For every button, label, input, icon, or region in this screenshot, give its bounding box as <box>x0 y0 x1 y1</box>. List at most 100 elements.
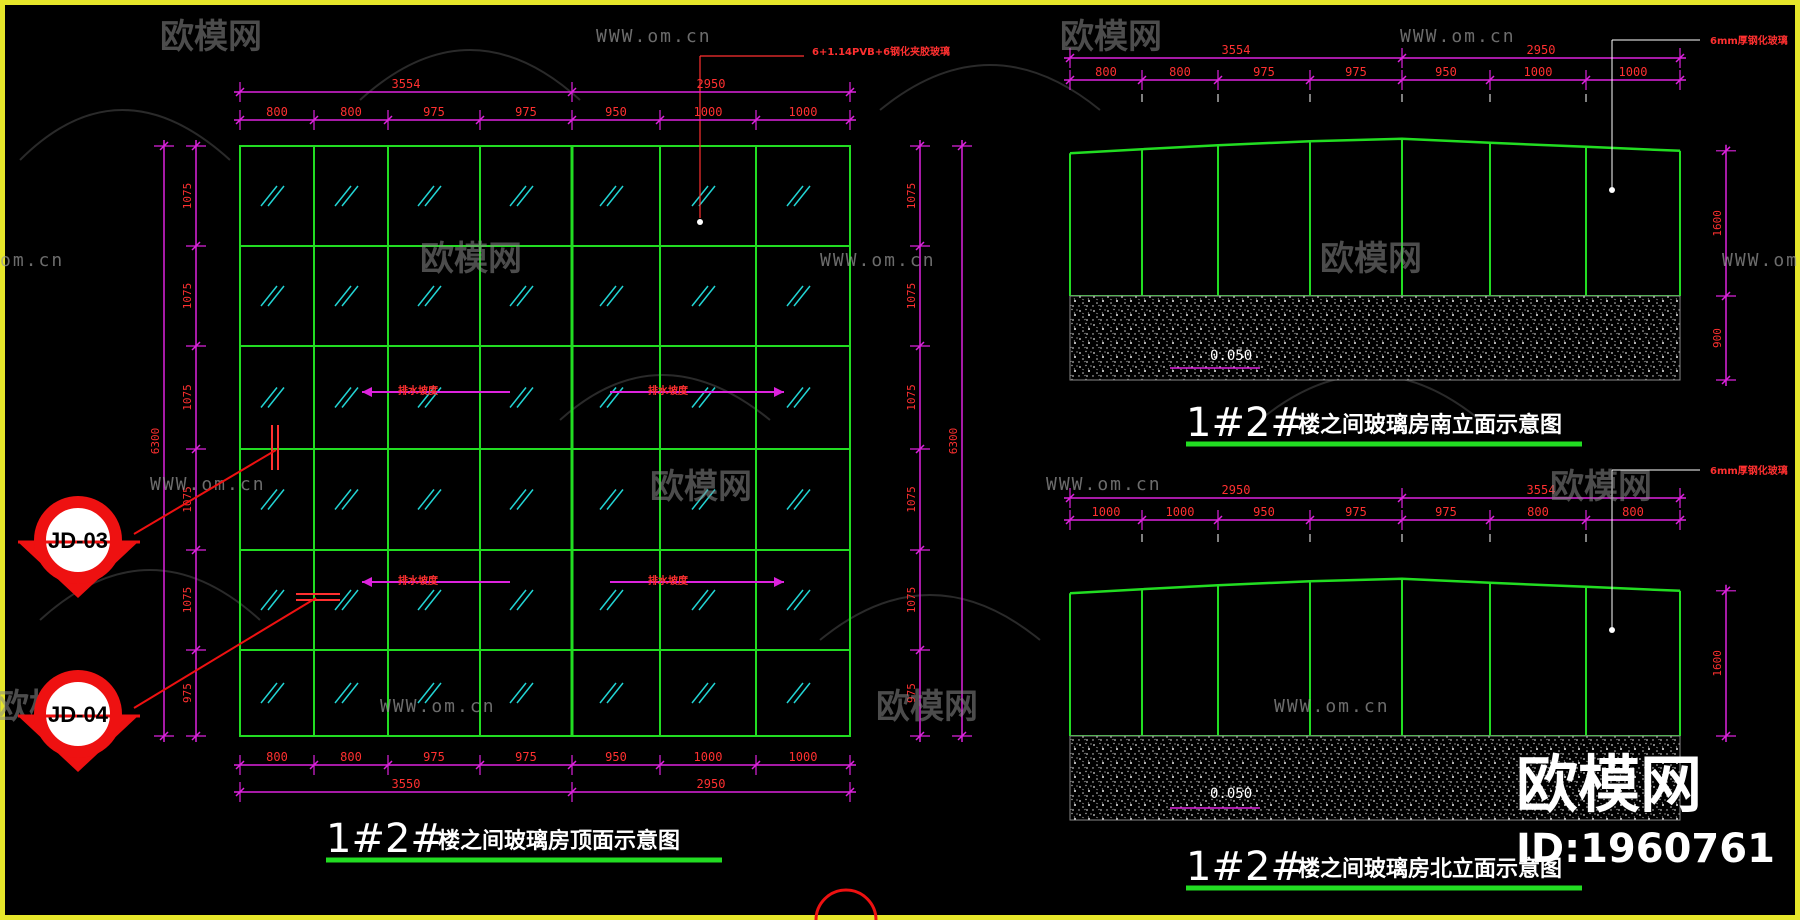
dimension-label: 975 <box>1253 65 1275 79</box>
glass-hatch <box>786 589 804 611</box>
glass-hatch <box>334 285 352 307</box>
glass-hatch <box>260 682 278 704</box>
dimension-label: 950 <box>1253 505 1275 519</box>
dimension-label: 950 <box>605 750 627 764</box>
glass-hatch <box>698 285 716 307</box>
plan-outline <box>239 145 851 737</box>
drain-arrow-head <box>362 577 372 587</box>
dimension-label: 1000 <box>789 750 818 764</box>
plan-title-number: 1#2# <box>326 816 444 862</box>
plan-title: 1#2# 楼之间玻璃房顶面示意图 <box>326 816 722 863</box>
dimension-label: 800 <box>1527 505 1549 519</box>
glass-hatch <box>509 387 527 408</box>
dimension-label: 1075 <box>905 587 918 614</box>
glass-hatch <box>516 682 534 704</box>
watermark-url: WWW.om.cn <box>1400 26 1516 47</box>
callout-jd-03: JD-03 <box>18 449 277 598</box>
dimension-label: 1000 <box>1619 65 1648 79</box>
watermark-url: WWW.om.cn <box>380 696 496 717</box>
callout-label: JD-04 <box>48 702 109 727</box>
glass-hatch <box>509 489 527 510</box>
glass-hatch <box>599 285 617 307</box>
watermark-brand: 欧模网 <box>876 687 978 727</box>
glass-hatch <box>341 185 359 207</box>
dimension-label: 1000 <box>694 750 723 764</box>
glass-hatch <box>260 185 278 207</box>
glass-hatch <box>424 489 442 510</box>
watermark-url: WWW.om.cn <box>820 250 936 271</box>
glass-hatch <box>417 489 435 510</box>
glass-hatch <box>599 682 617 704</box>
drain-arrow-head <box>774 387 784 397</box>
dimension-label: 975 <box>1435 505 1457 519</box>
glass-hatch <box>424 285 442 307</box>
south-title-number: 1#2# <box>1186 400 1304 446</box>
watermark-brand: 欧模网 <box>1320 239 1422 279</box>
north-title-number: 1#2# <box>1186 844 1304 890</box>
glass-hatch <box>341 387 359 408</box>
dimension-label: 800 <box>340 750 362 764</box>
dimension-label: 1075 <box>181 183 194 210</box>
south-level-mark: 0.050 <box>1210 348 1252 364</box>
ground-fill <box>1069 295 1681 381</box>
plan-title-text: 楼之间玻璃房顶面示意图 <box>438 828 680 854</box>
glass-hatch <box>516 489 534 510</box>
glass-hatch <box>334 185 352 207</box>
dimension-label: 1075 <box>181 384 194 411</box>
dimension-label: 800 <box>266 105 288 119</box>
glass-hatch <box>334 489 352 510</box>
dimension-label: 2950 <box>1222 483 1251 497</box>
dimension-label: 2950 <box>697 777 726 791</box>
glass-hatch <box>793 285 811 307</box>
glass-hatch <box>260 589 278 611</box>
steel-glass-note: 6mm厚钢化玻璃 <box>1710 464 1788 477</box>
watermark-url-partial: om.cn <box>0 250 64 271</box>
dimension-label: 1075 <box>905 486 918 513</box>
glass-hatch <box>606 589 624 611</box>
glass-hatch <box>691 682 709 704</box>
glass-hatch <box>606 489 624 510</box>
dimension-label: 1000 <box>1092 505 1121 519</box>
north-level-mark: 0.050 <box>1210 786 1252 802</box>
glass-hatch <box>691 285 709 307</box>
south-title: 1#2# 楼之间玻璃房南立面示意图 <box>1186 400 1582 447</box>
glass-hatch <box>424 185 442 207</box>
dimension-label: 975 <box>515 750 537 764</box>
glass-hatch <box>267 489 285 510</box>
glass-hatch <box>606 285 624 307</box>
glass-hatch <box>417 589 435 611</box>
glass-hatch <box>267 285 285 307</box>
glass-hatch <box>509 682 527 704</box>
dimension-label: 1600 <box>1711 210 1724 237</box>
dimension-label: 900 <box>1711 328 1724 348</box>
glass-hatch <box>509 589 527 611</box>
watermark-brand: 欧模网 <box>420 239 522 279</box>
steel-glass-note: 6mm厚钢化玻璃 <box>1710 34 1788 47</box>
glass-hatch <box>267 682 285 704</box>
watermark-url: WWW.om.cn <box>1274 696 1390 717</box>
drain-slope-label: 排水坡度 <box>648 574 689 587</box>
south-title-text: 楼之间玻璃房南立面示意图 <box>1298 412 1562 438</box>
dimension-label: 6300 <box>149 428 162 455</box>
asset-id: ID:1960761 <box>1516 826 1775 872</box>
dimension-label: 3550 <box>392 777 421 791</box>
glass-hatch <box>599 185 617 207</box>
dimension-label: 975 <box>1345 505 1367 519</box>
dimension-label: 975 <box>181 683 194 703</box>
dimension-label: 800 <box>340 105 362 119</box>
south-elevation-drawing: 800 800 975 975 950 1000 1000 3554 2950 1600 900 <box>1064 39 1736 386</box>
glass-hatch <box>698 387 716 408</box>
dimension-label: 1075 <box>181 587 194 614</box>
dimension-label: 1075 <box>905 283 918 310</box>
glass-hatch <box>334 387 352 408</box>
glass-hatch <box>786 285 804 307</box>
dimension-label: 2950 <box>1527 43 1556 57</box>
glass-hatch <box>786 185 804 207</box>
roof-line <box>1069 577 1681 595</box>
glass-hatch <box>698 682 716 704</box>
glass-hatch <box>260 387 278 408</box>
glass-hatch <box>691 589 709 611</box>
glass-hatch <box>334 682 352 704</box>
glass-hatch <box>698 589 716 611</box>
dimension-label: 1600 <box>1711 650 1724 677</box>
